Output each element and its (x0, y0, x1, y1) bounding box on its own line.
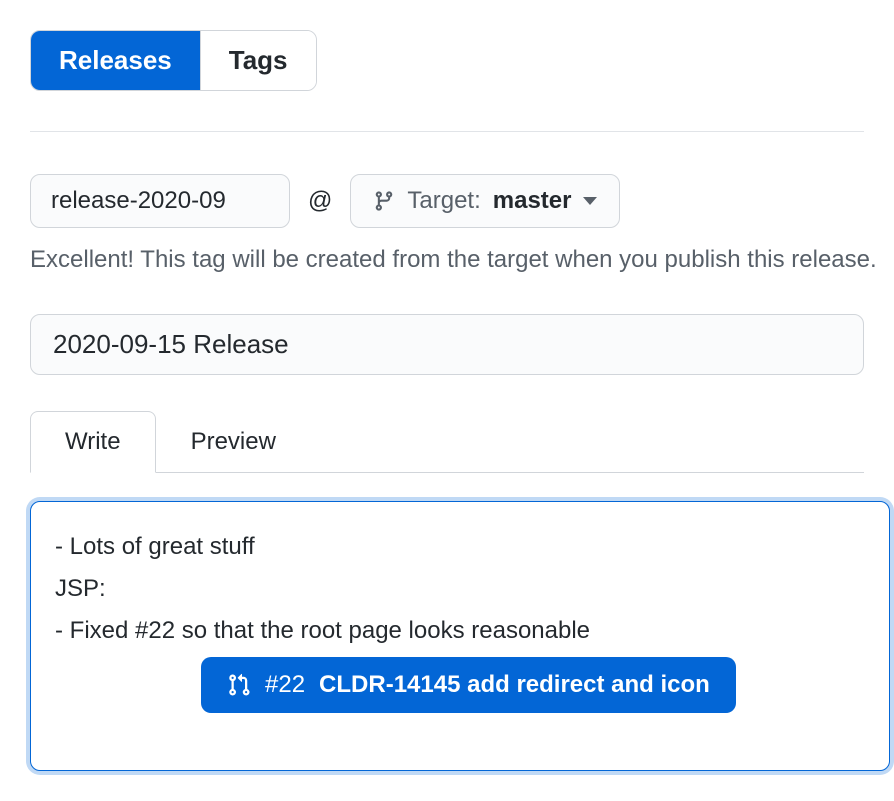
divider (30, 131, 864, 132)
editor-line: JSP: (55, 568, 865, 610)
tab-releases[interactable]: Releases (31, 31, 200, 90)
caret-down-icon (583, 197, 597, 205)
tag-row: @ Target: master (30, 174, 864, 228)
target-branch-name: master (493, 187, 572, 215)
pull-request-icon (227, 673, 251, 697)
tag-helper-text: Excellent! This tag will be created from… (30, 246, 864, 274)
suggestion-issue-number: #22 (265, 671, 305, 699)
suggestion-issue-title: CLDR-14145 add redirect and icon (319, 671, 710, 699)
issue-suggestion[interactable]: #22 CLDR-14145 add redirect and icon (201, 657, 736, 713)
tab-tags[interactable]: Tags (200, 31, 316, 90)
tag-name-input[interactable] (30, 174, 290, 228)
git-branch-icon (373, 190, 395, 212)
editor-tabs: Write Preview (30, 411, 864, 473)
nav-tabs: Releases Tags (30, 30, 317, 91)
release-title-input[interactable] (30, 314, 864, 375)
editor-line: - Lots of great stuff (55, 526, 865, 568)
release-description-editor[interactable]: - Lots of great stuff JSP: - Fixed #22 s… (30, 501, 890, 771)
editor-line: - Fixed #22 so that the root page looks … (55, 610, 865, 652)
target-branch-button[interactable]: Target: master (350, 174, 620, 228)
tab-write[interactable]: Write (30, 411, 156, 473)
target-label: Target: (407, 187, 480, 215)
at-symbol: @ (308, 187, 332, 215)
tab-preview[interactable]: Preview (156, 411, 311, 473)
